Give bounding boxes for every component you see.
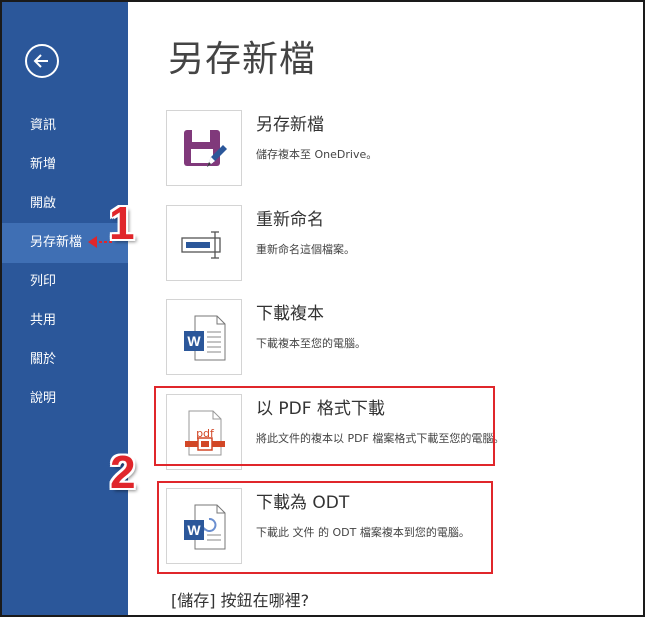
backstage-window: 資訊 新增 開啟 另存新檔 列印 共用 關於 說明 另存新檔 另存新檔 儲存複本… xyxy=(0,0,645,617)
sidebar-item-new[interactable]: 新增 xyxy=(2,145,128,185)
rename-icon xyxy=(181,231,221,259)
rename-option[interactable]: 重新命名 重新命名這個檔案。 xyxy=(166,205,496,283)
download-copy-title: 下載複本 xyxy=(256,304,324,324)
save-as-title: 另存新檔 xyxy=(256,115,324,135)
step2-number: 2 xyxy=(110,446,136,498)
sidebar-item-print[interactable]: 列印 xyxy=(2,262,128,302)
save-floppy-icon xyxy=(184,130,227,167)
sidebar: 資訊 新增 開啟 另存新檔 列印 共用 關於 說明 xyxy=(2,2,128,615)
save-as-tile[interactable] xyxy=(166,110,242,186)
back-button[interactable] xyxy=(25,44,59,78)
sidebar-item-share[interactable]: 共用 xyxy=(2,301,128,341)
download-copy-tile[interactable]: W xyxy=(166,299,242,375)
word-document-icon: W xyxy=(184,315,226,361)
step1-number: 1 xyxy=(109,197,135,249)
sidebar-item-help[interactable]: 說明 xyxy=(2,379,128,419)
sidebar-item-info[interactable]: 資訊 xyxy=(2,106,128,146)
back-arrow-icon xyxy=(33,54,48,68)
where-is-save-link[interactable]: [儲存] 按鈕在哪裡? xyxy=(171,587,309,611)
highlight-odt-option xyxy=(157,481,493,574)
rename-tile[interactable] xyxy=(166,205,242,281)
svg-text:W: W xyxy=(187,333,201,349)
download-copy-desc: 下載複本至您的電腦。 xyxy=(256,337,366,350)
save-as-option[interactable]: 另存新檔 儲存複本至 OneDrive。 xyxy=(166,110,496,188)
page-title: 另存新檔 xyxy=(168,39,317,80)
sidebar-item-about[interactable]: 關於 xyxy=(2,340,128,380)
download-copy-option[interactable]: W 下載複本 下載複本至您的電腦。 xyxy=(166,299,496,377)
rename-title: 重新命名 xyxy=(256,210,324,230)
rename-desc: 重新命名這個檔案。 xyxy=(256,243,355,256)
save-as-desc: 儲存複本至 OneDrive。 xyxy=(256,148,378,161)
highlight-pdf-option xyxy=(154,386,495,466)
